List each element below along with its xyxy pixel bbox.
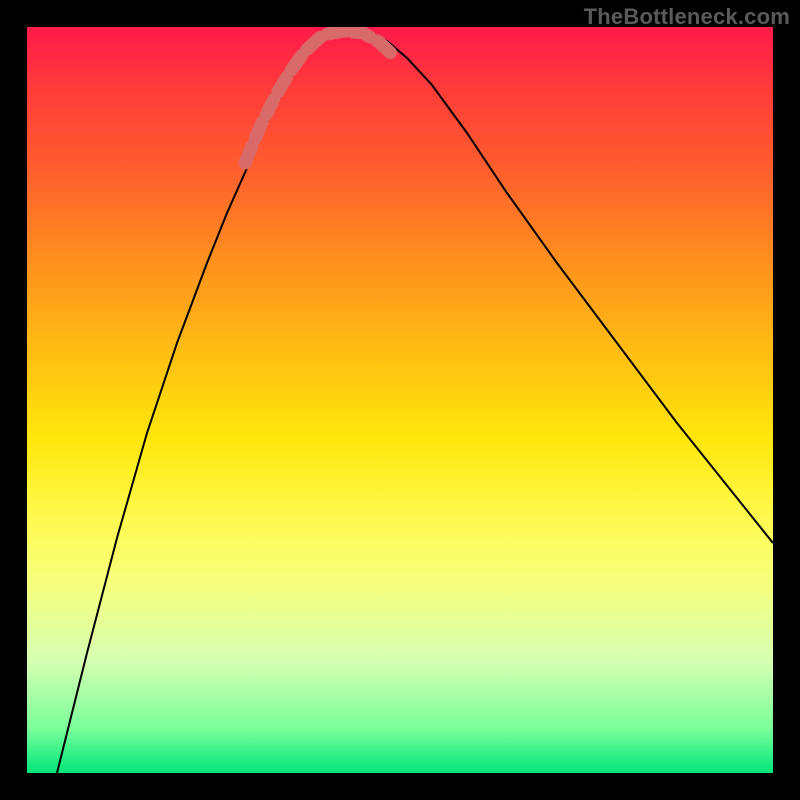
curve-svg: [27, 27, 773, 773]
chart-frame: TheBottleneck.com: [0, 0, 800, 800]
trough-marker: [245, 31, 393, 163]
bottleneck-curve: [57, 31, 773, 773]
plot-area: [27, 27, 773, 773]
